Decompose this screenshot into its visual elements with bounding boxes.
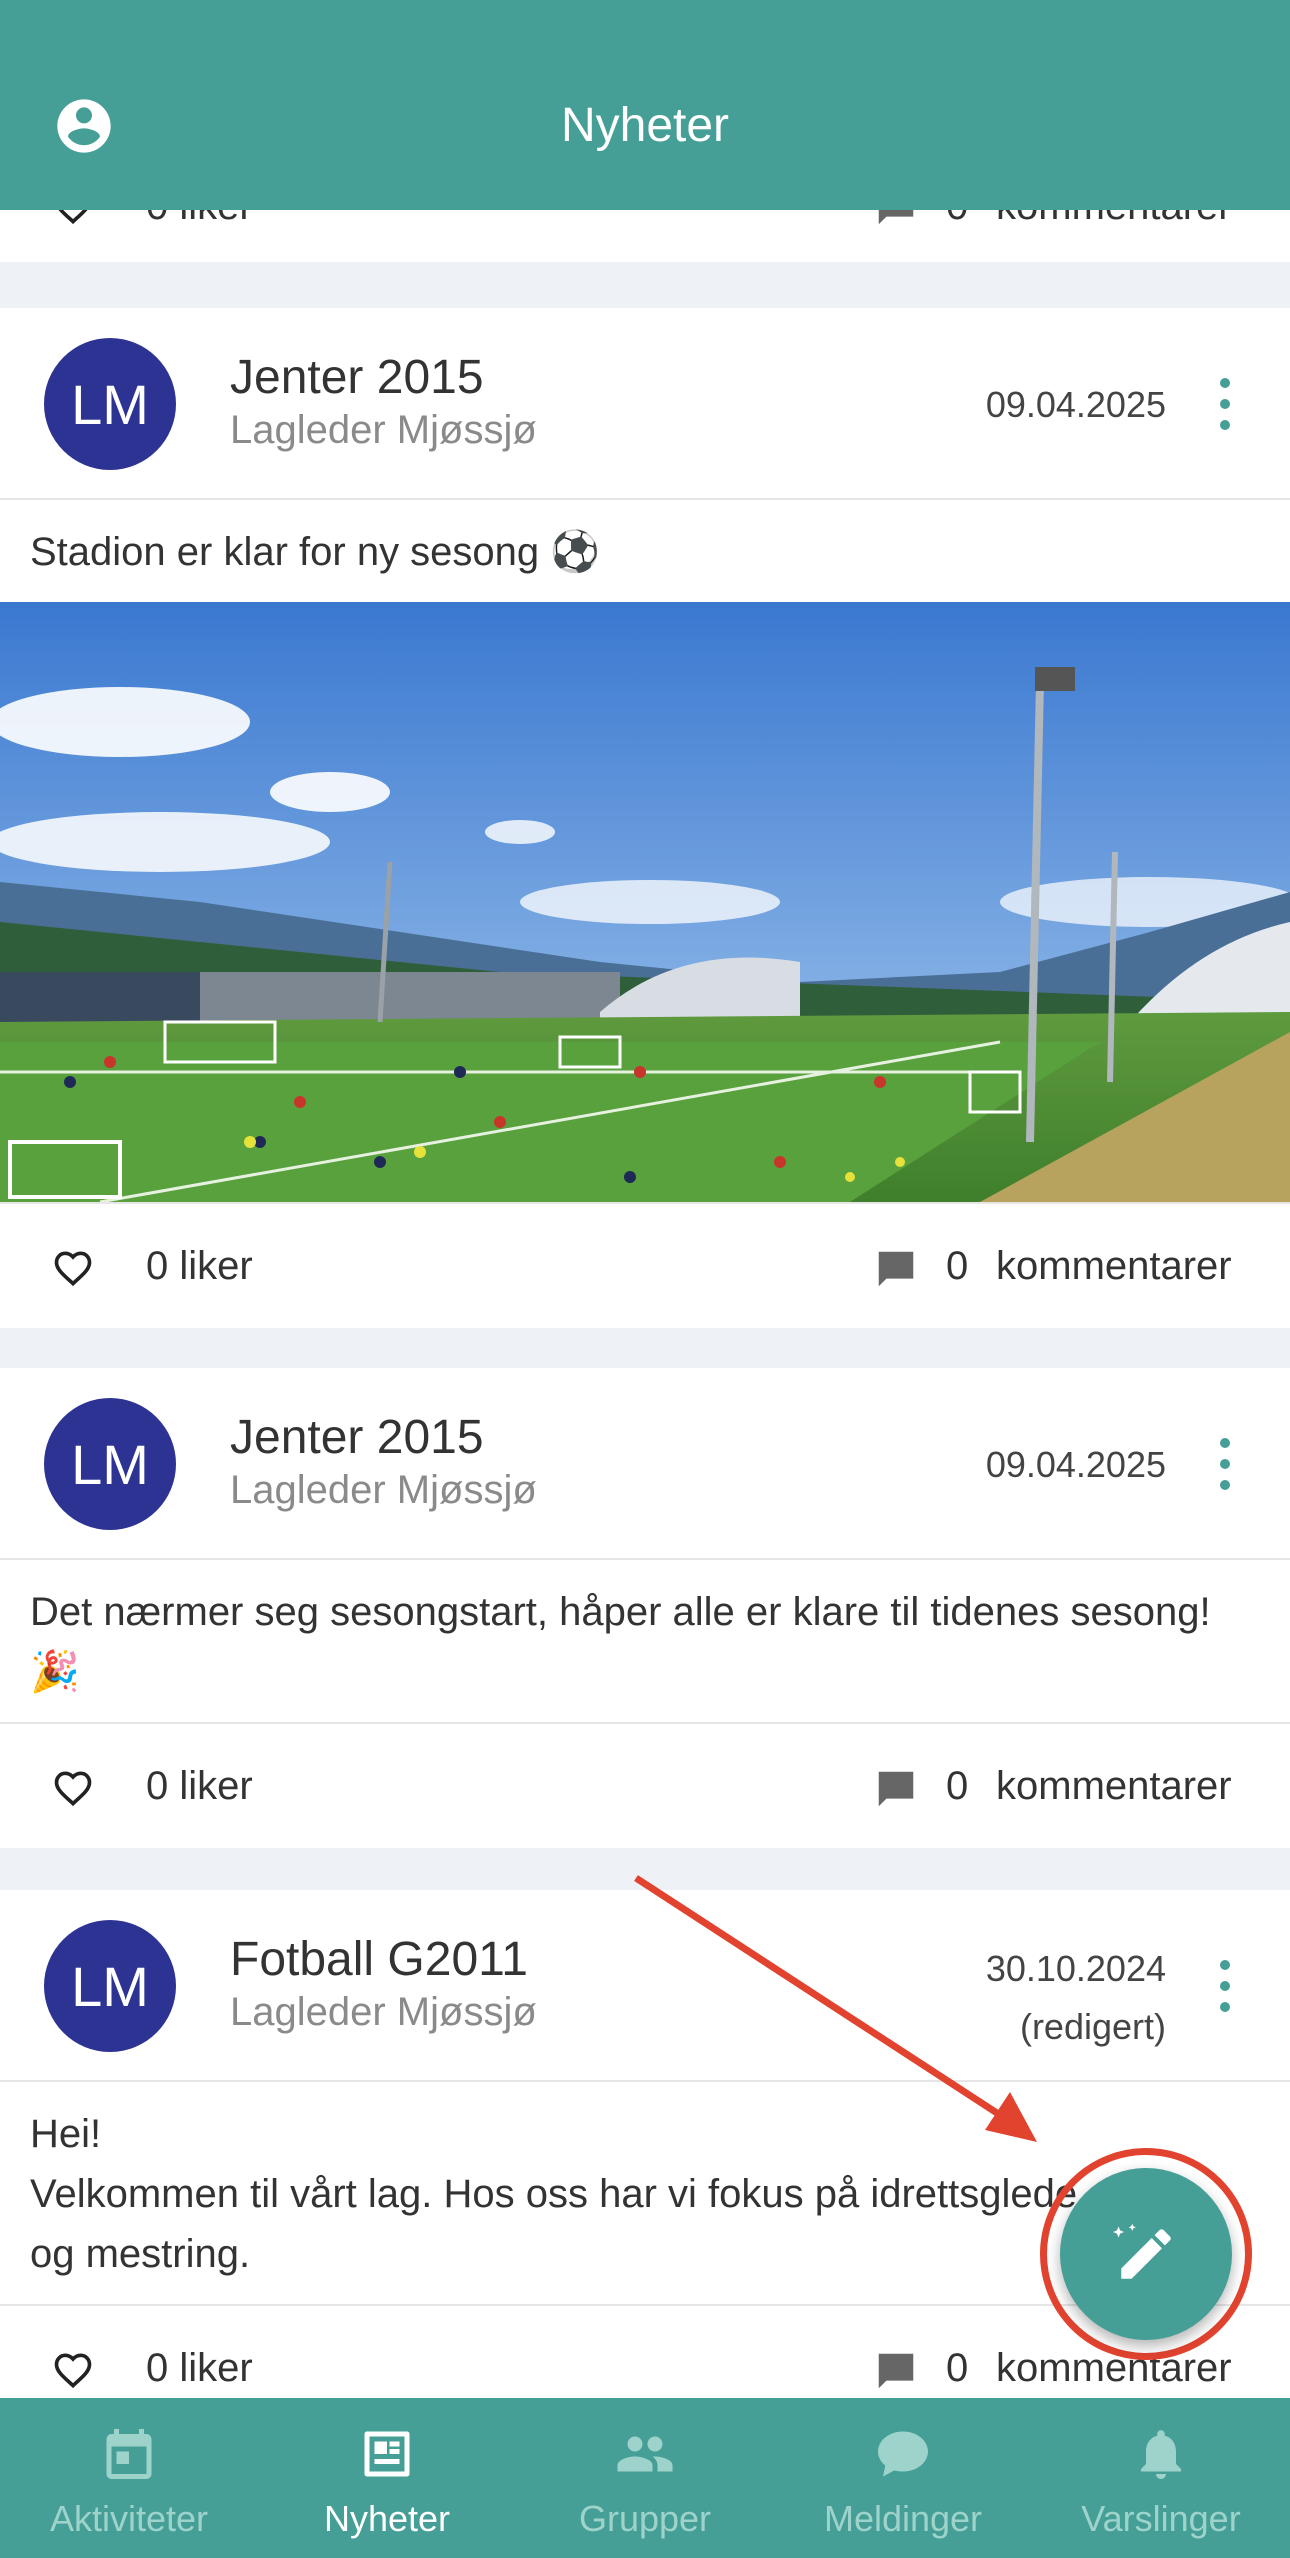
like-count: 0 liker bbox=[146, 1764, 253, 1808]
like-count: 0 liker bbox=[146, 2346, 253, 2390]
post-actions: 0 liker 0 kommentarer bbox=[0, 1204, 1290, 1328]
avatar[interactable]: LM bbox=[44, 1920, 176, 2052]
post-group-name: Jenter 2015 bbox=[230, 1411, 484, 1464]
post-card: LM Jenter 2015 Lagleder Mjøssjø 09.04.20… bbox=[0, 1368, 1290, 1848]
tab-grupper[interactable]: Grupper bbox=[516, 2398, 774, 2558]
page-title: Nyheter bbox=[560, 99, 730, 152]
post-author: Lagleder Mjøssjø bbox=[230, 1990, 537, 2034]
post-header: LM Fotball G2011 Lagleder Mjøssjø 30.10.… bbox=[0, 1890, 1290, 2082]
tab-aktiviteter[interactable]: Aktiviteter bbox=[0, 2398, 258, 2558]
post-date-block: 30.10.2024 (redigert) bbox=[986, 1940, 1166, 2056]
avatar[interactable]: LM bbox=[44, 338, 176, 470]
post-date: 30.10.2024 bbox=[985, 1948, 1166, 1989]
edited-label: (redigert) bbox=[1019, 2006, 1166, 2047]
post-author: Lagleder Mjøssjø bbox=[230, 1468, 537, 1512]
more-options-icon[interactable] bbox=[1220, 378, 1230, 430]
comment-count: 0 bbox=[946, 1764, 969, 1808]
post-header: LM Jenter 2015 Lagleder Mjøssjø 09.04.20… bbox=[0, 308, 1290, 500]
bottom-tab-bar: Aktiviteter Nyheter Grupper Meldinger Va… bbox=[0, 2398, 1290, 2558]
tab-label: Grupper bbox=[578, 2498, 712, 2539]
tab-nyheter[interactable]: Nyheter bbox=[258, 2398, 516, 2558]
comment-icon[interactable] bbox=[872, 1766, 920, 1812]
stadium-photo[interactable] bbox=[0, 602, 1290, 1204]
heart-outline-icon[interactable] bbox=[48, 2348, 98, 2392]
avatar[interactable]: LM bbox=[44, 1398, 176, 1530]
like-count: 0 liker bbox=[146, 1244, 253, 1288]
comment-count: 0 bbox=[946, 1244, 969, 1288]
comment-count: 0 bbox=[946, 2346, 969, 2390]
post-date: 09.04.2025 bbox=[985, 384, 1166, 425]
comment-label[interactable]: kommentarer bbox=[996, 1244, 1232, 1289]
bell-icon bbox=[1141, 2430, 1181, 2479]
chat-bubble-icon bbox=[878, 2431, 928, 2477]
create-post-button[interactable] bbox=[1060, 2168, 1232, 2340]
app-header: Nyheter bbox=[0, 0, 1290, 210]
more-options-icon[interactable] bbox=[1220, 1438, 1230, 1490]
calendar-icon bbox=[106, 2429, 152, 2479]
tab-label: Meldinger bbox=[823, 2498, 983, 2539]
post-text: Det nærmer seg sesongstart, håper alle e… bbox=[0, 1560, 1290, 1724]
more-options-icon[interactable] bbox=[1220, 1960, 1230, 2012]
tab-label: Nyheter bbox=[323, 2498, 451, 2539]
tab-varslinger[interactable]: Varslinger bbox=[1032, 2398, 1290, 2558]
post-header: LM Jenter 2015 Lagleder Mjøssjø 09.04.20… bbox=[0, 1368, 1290, 1560]
heart-outline-icon[interactable] bbox=[48, 1246, 98, 1290]
edit-pencil-icon bbox=[1113, 2223, 1171, 2279]
post-text-line: Hei! bbox=[30, 2112, 102, 2156]
comment-icon[interactable] bbox=[872, 2348, 920, 2394]
heart-outline-icon[interactable] bbox=[48, 1766, 98, 1810]
post-group-name: Jenter 2015 bbox=[230, 351, 484, 404]
post-text: Stadion er klar for ny sesong ⚽ bbox=[30, 530, 601, 574]
post-date: 09.04.2025 bbox=[985, 1444, 1166, 1485]
comment-icon[interactable] bbox=[872, 1246, 920, 1292]
newspaper-icon bbox=[364, 2431, 410, 2477]
post-actions: 0 liker 0 kommentarer bbox=[0, 1724, 1290, 1848]
group-icon bbox=[617, 2436, 673, 2472]
post-author: Lagleder Mjøssjø bbox=[230, 408, 537, 452]
tab-label: Aktiviteter bbox=[49, 2498, 209, 2539]
tab-label: Varslinger bbox=[1081, 2498, 1241, 2539]
tab-meldinger[interactable]: Meldinger bbox=[774, 2398, 1032, 2558]
comment-label[interactable]: kommentarer bbox=[996, 1764, 1232, 1809]
post-group-name: Fotball G2011 bbox=[230, 1933, 528, 1986]
post-card: LM Jenter 2015 Lagleder Mjøssjø 09.04.20… bbox=[0, 308, 1290, 1328]
